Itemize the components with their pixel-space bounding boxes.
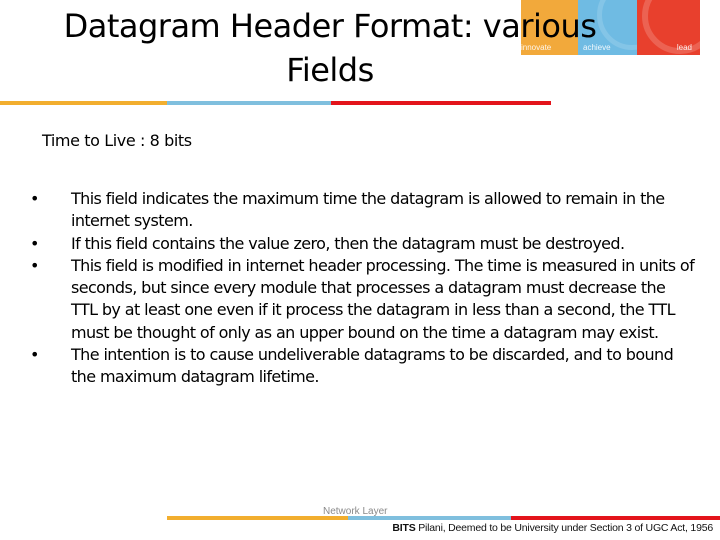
divider-segment-red <box>331 101 551 105</box>
institution-description: Pilani, Deemed to be University under Se… <box>415 522 713 534</box>
bullet-text: This field indicates the maximum time th… <box>71 189 665 231</box>
bullet-list: • This field indicates the maximum time t… <box>30 188 695 389</box>
logo-segment-lead: lead <box>637 0 700 55</box>
divider-segment-blue <box>167 101 331 105</box>
bullet-icon: • <box>30 345 39 365</box>
bullet-icon: • <box>30 255 39 275</box>
bullet-text: The intention is to cause undeliverable … <box>71 345 674 387</box>
slide-title-line-2: Fields <box>286 51 374 89</box>
bullet-item: • The intention is to cause undeliverable… <box>30 344 695 389</box>
logo-label-lead: lead <box>676 43 692 52</box>
footer-section-label: Network Layer <box>323 506 388 517</box>
footer-divider-bar <box>167 516 720 520</box>
institution-name-bold: BITS <box>392 522 416 534</box>
bullet-item: • If this field contains the value zero, … <box>30 233 695 255</box>
divider-segment-orange <box>0 101 167 105</box>
bullet-icon: • <box>30 189 39 208</box>
footer-segment-red <box>511 516 720 520</box>
bullet-text: If this field contains the value zero, t… <box>71 233 625 253</box>
footer-segment-orange <box>167 516 348 520</box>
bullet-icon: • <box>30 233 39 253</box>
footer-institution: BITS Pilani, Deemed to be University und… <box>392 522 713 534</box>
title-divider-bar <box>0 101 551 105</box>
section-heading: Time to Live : 8 bits <box>42 131 192 150</box>
bullet-text: This field is modified in internet heade… <box>71 255 695 342</box>
slide-title: Datagram Header Format: various Fields <box>60 4 600 92</box>
bullet-item: • This field is modified in internet head… <box>30 255 695 344</box>
bullet-item: • This field indicates the maximum time t… <box>30 188 695 233</box>
slide-title-line-1: Datagram Header Format: various <box>63 7 597 45</box>
